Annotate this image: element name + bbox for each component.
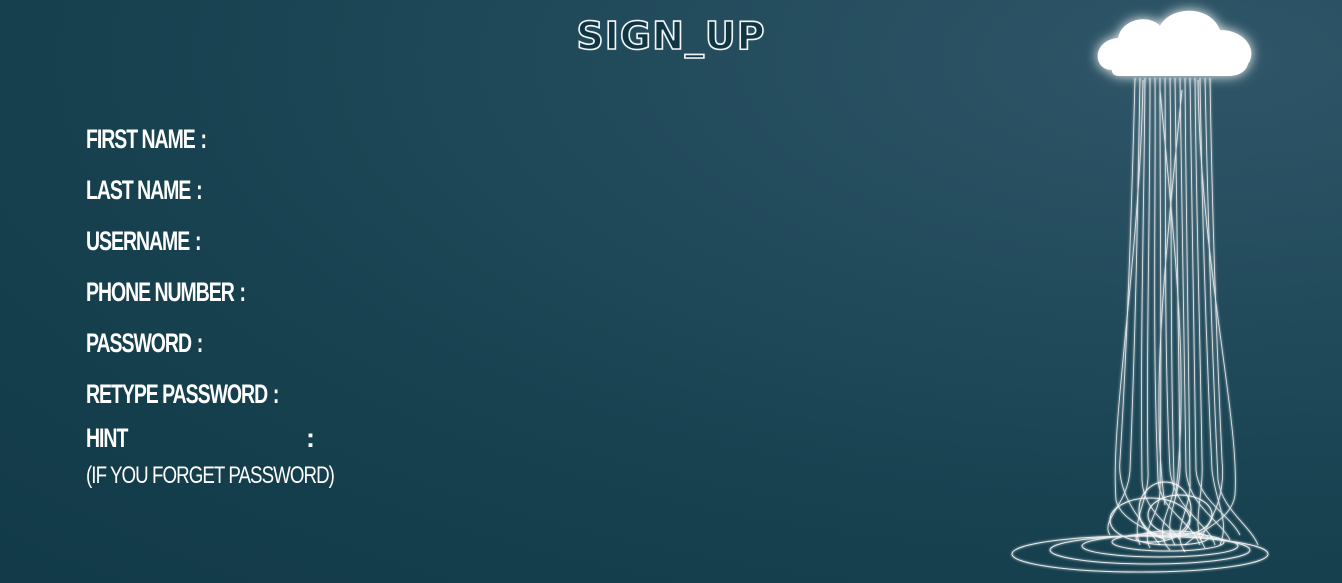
first-name-label: FIRST NAME [86, 124, 196, 154]
cloud-shape [1097, 10, 1252, 76]
phone-number-label-row: PHONE NUMBER : [86, 267, 278, 318]
password-colon: : [196, 328, 203, 358]
last-name-label: LAST NAME [86, 175, 191, 205]
signup-page: { "page": { "title": "SIGN_UP" }, "form"… [0, 0, 1342, 583]
username-label: USERNAME [86, 226, 190, 256]
last-name-label-row: LAST NAME : [86, 165, 278, 216]
password-label: PASSWORD [86, 328, 192, 358]
pool-rings [1011, 481, 1269, 573]
first-name-colon: : [200, 124, 206, 154]
retype-password-label: RETYPE PASSWORD [86, 379, 268, 409]
phone-number-colon: : [239, 277, 246, 307]
cloud-rain-icon [1011, 10, 1269, 573]
rain-threads [1107, 77, 1259, 553]
signup-form: FIRST NAME : LAST NAME : USERNAME : PHON… [86, 114, 353, 420]
retype-password-colon: : [272, 379, 279, 409]
hint-subtext: (IF YOU FORGET PASSWORD) [86, 462, 335, 489]
last-name-colon: : [196, 175, 202, 205]
hint-label: HINT [86, 423, 128, 453]
username-colon: : [194, 226, 201, 256]
retype-password-label-row: RETYPE PASSWORD : [86, 369, 279, 420]
first-name-label-row: FIRST NAME : [86, 114, 278, 165]
hint-colon: : [306, 423, 315, 453]
username-label-row: USERNAME : [86, 216, 278, 267]
phone-number-label: PHONE NUMBER [86, 277, 235, 307]
password-label-row: PASSWORD : [86, 318, 278, 369]
